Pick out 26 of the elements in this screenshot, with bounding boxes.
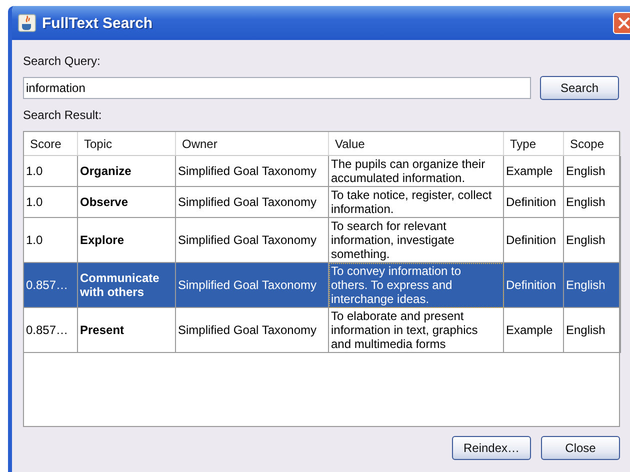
- reindex-button[interactable]: Reindex…: [452, 436, 531, 460]
- topic-cell: Present: [78, 308, 176, 353]
- close-button[interactable]: [613, 12, 630, 34]
- app-icon: [18, 14, 36, 32]
- column-header[interactable]: Value: [329, 132, 504, 155]
- score-cell: 0.857…: [24, 308, 78, 353]
- close-dialog-button[interactable]: Close: [541, 436, 620, 460]
- owner-cell: Simplified Goal Taxonomy: [176, 308, 329, 353]
- result-row[interactable]: 1.0 Explore Simplified Goal Taxonomy To search for relevant information, investigate something. Definition English: [24, 218, 619, 263]
- column-header[interactable]: Score: [24, 132, 78, 155]
- scope-cell: English: [564, 308, 621, 353]
- window-title: FullText Search: [42, 14, 154, 32]
- column-header[interactable]: Topic: [78, 132, 176, 155]
- column-header[interactable]: Type: [504, 132, 564, 155]
- result-row[interactable]: 1.0 Observe Simplified Goal Taxonomy To take notice, register, collect information. Definition English: [24, 187, 619, 218]
- type-cell: Example: [504, 308, 564, 353]
- close-icon: [618, 17, 630, 29]
- value-cell: To elaborate and present information in text, graphics and multimedia forms: [329, 308, 504, 353]
- result-row[interactable]: 1.0 Organize Simplified Goal Taxonomy The pupils can organize their accumulated information. Example English: [24, 156, 619, 187]
- result-row[interactable]: 0.857… Present Simplified Goal Taxonomy To elaborate and present information in text, graphics and multimedia forms Example English: [24, 308, 619, 353]
- search-button[interactable]: Search: [540, 76, 619, 100]
- column-header[interactable]: Scope: [564, 132, 621, 155]
- query-label: Search Query:: [23, 54, 102, 70]
- search-field[interactable]: information: [23, 77, 531, 99]
- column-header[interactable]: Owner: [176, 132, 329, 155]
- result-label: Search Result:: [23, 108, 103, 124]
